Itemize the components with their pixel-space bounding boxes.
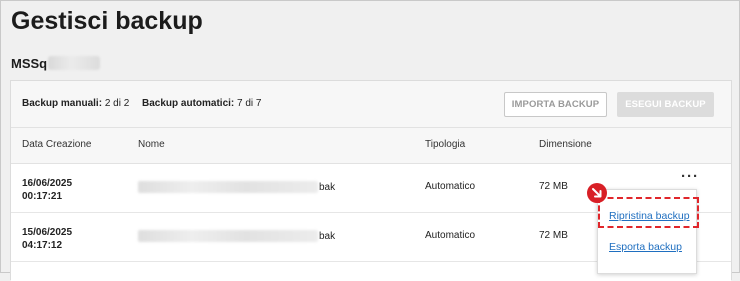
row-date: 15/06/2025 <box>22 227 73 238</box>
page-frame: Gestisci backup MSSq Backup manuali: 2 d… <box>0 0 740 281</box>
arrow-down-right-glyph <box>592 188 602 198</box>
backup-name-extension: bak <box>319 181 336 193</box>
row-size: 72 MB <box>539 181 568 192</box>
arrow-down-right-icon <box>587 183 607 203</box>
row-type: Automatico <box>425 230 476 241</box>
page-title: Gestisci backup <box>11 7 203 35</box>
manual-backup-label: Backup manuali: <box>22 98 103 109</box>
row-type: Automatico <box>425 181 476 192</box>
row-name-cell: bak <box>138 181 335 193</box>
backup-name-redacted <box>138 181 318 193</box>
table-header: Data Creazione Nome Tipologia Dimensione <box>11 128 731 164</box>
row-date-cell: 16/06/2025 00:17:21 <box>22 177 72 203</box>
column-type[interactable]: Tipologia <box>425 139 465 150</box>
column-size[interactable]: Dimensione <box>539 139 592 150</box>
manual-backup-value: 2 di 2 <box>104 98 130 109</box>
auto-backup-label: Backup automatici: <box>142 98 235 109</box>
auto-backup-counter: Backup automatici: 7 di 7 <box>142 98 262 109</box>
device-name: MSSq <box>11 55 48 71</box>
row-date-cell: 15/06/2025 04:17:12 <box>22 226 72 252</box>
run-backup-button[interactable]: ESEGUI BACKUP <box>617 92 714 117</box>
row-size: 72 MB <box>539 230 568 241</box>
export-backup-menu-item[interactable]: Esporta backup <box>609 241 682 253</box>
backup-name-redacted <box>138 230 318 242</box>
import-backup-button[interactable]: IMPORTA BACKUP <box>504 92 607 117</box>
row-time: 04:17:12 <box>22 240 63 251</box>
device-row: MSSq <box>11 53 101 73</box>
backup-toolbar: Backup manuali: 2 di 2 Backup automatici… <box>11 81 731 128</box>
device-name-redacted <box>48 56 101 70</box>
restore-highlight-box <box>598 197 699 228</box>
row-date: 16/06/2025 <box>22 178 73 189</box>
column-date[interactable]: Data Creazione <box>22 139 91 150</box>
row-time: 00:17:21 <box>22 191 63 202</box>
column-name[interactable]: Nome <box>138 139 165 150</box>
backup-name-extension: bak <box>319 230 336 242</box>
row-name-cell: bak <box>138 230 335 242</box>
more-options-icon[interactable]: ··· <box>681 169 699 184</box>
auto-backup-value: 7 di 7 <box>237 98 262 109</box>
manual-backup-counter: Backup manuali: 2 di 2 <box>22 98 129 109</box>
